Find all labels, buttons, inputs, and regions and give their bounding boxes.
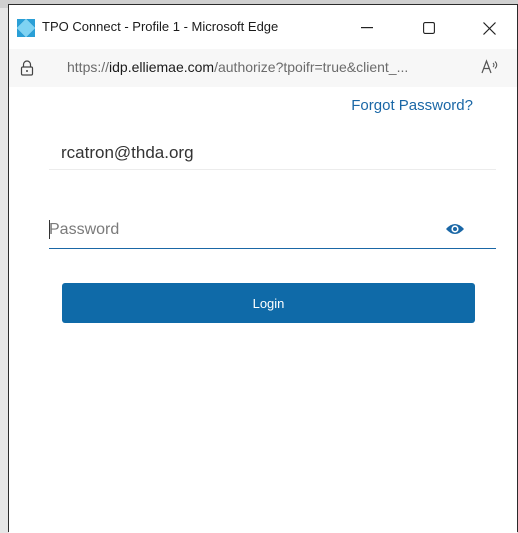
window-title: TPO Connect - Profile 1 - Microsoft Edge <box>42 19 279 34</box>
password-field[interactable] <box>49 213 496 249</box>
read-aloud-icon[interactable] <box>481 59 499 80</box>
browser-window: TPO Connect - Profile 1 - Microsoft Edge… <box>8 4 518 533</box>
eye-icon[interactable] <box>445 222 465 241</box>
url-host: idp.elliemae.com <box>109 59 215 75</box>
maximize-button[interactable] <box>407 13 451 43</box>
lock-icon[interactable] <box>20 60 34 81</box>
address-bar[interactable]: https://idp.elliemae.com/authorize?tpoif… <box>9 49 517 88</box>
url-path: /authorize?tpoifr=true&client_... <box>214 59 409 75</box>
password-input[interactable] <box>49 213 429 247</box>
app-icon <box>17 19 35 37</box>
close-icon <box>482 21 496 35</box>
login-page: Forgot Password? rcatron@thda.org Login <box>9 87 517 533</box>
forgot-password-link[interactable]: Forgot Password? <box>351 97 473 114</box>
url-text[interactable]: https://idp.elliemae.com/authorize?tpoif… <box>67 59 459 75</box>
maximize-icon <box>423 22 435 34</box>
title-bar: TPO Connect - Profile 1 - Microsoft Edge <box>9 5 517 49</box>
text-caret <box>49 220 50 239</box>
minimize-button[interactable] <box>345 13 389 43</box>
close-button[interactable] <box>467 13 511 43</box>
login-button[interactable]: Login <box>62 283 475 323</box>
username-value[interactable]: rcatron@thda.org <box>61 143 194 163</box>
username-underline <box>49 169 496 170</box>
minimize-icon <box>361 27 373 29</box>
url-scheme: https:// <box>67 59 110 75</box>
